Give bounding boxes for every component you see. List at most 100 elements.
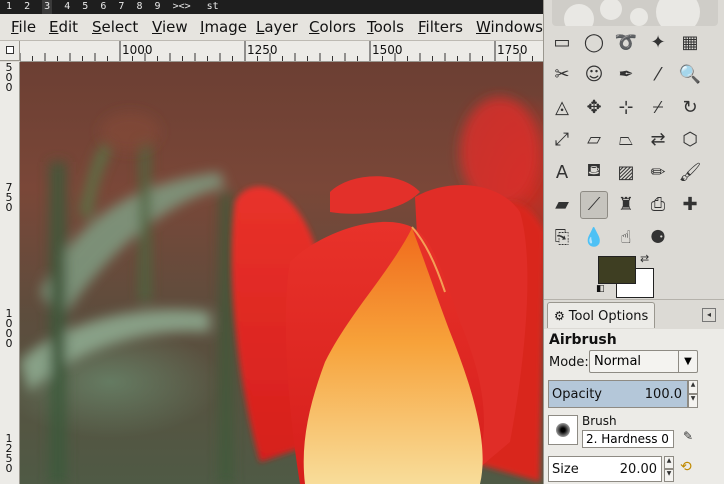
blur-sharpen-tool-icon[interactable]: 💧 [580, 223, 608, 251]
paintbrush-tool-icon[interactable]: 🖌 [676, 158, 704, 186]
vruler-label-500: 500 [5, 62, 13, 94]
flip-tool-icon[interactable]: ⇄ [644, 126, 672, 154]
swap-colors-icon[interactable]: ⇄ [640, 252, 649, 265]
tool-options-panel: Airbrush Mode: Normal ▼ Opacity 100.0 ▲ … [544, 329, 724, 484]
menu-view[interactable]: View [152, 18, 188, 36]
pencil-tool-icon[interactable]: ✏ [644, 158, 672, 186]
scissors-select-tool-icon[interactable]: ✂ [548, 61, 576, 89]
align-tool-icon[interactable]: ⊹ [612, 93, 640, 121]
foreground-select-tool-icon[interactable]: ☺ [580, 61, 608, 89]
vertical-ruler[interactable]: 500 750 1000 1250 [0, 62, 20, 484]
ruler-label-1250: 1250 [247, 43, 278, 57]
scale-tool-icon[interactable]: ⤢ [548, 126, 576, 154]
dodge-burn-tool-icon[interactable]: ⚈ [644, 223, 672, 251]
dock-tab-bar: ⚙ Tool Options ◂ [544, 299, 724, 330]
rect-select-tool-icon[interactable]: ▭ [548, 28, 576, 56]
workspace-9[interactable]: 9 [155, 0, 161, 14]
layout-indicator[interactable]: ><> [173, 0, 191, 14]
menu-file[interactable]: File [11, 18, 36, 36]
text-tool-icon[interactable]: A [548, 158, 576, 186]
menu-select[interactable]: Select [92, 18, 138, 36]
zoom-tool-icon[interactable]: 🔍 [676, 61, 704, 89]
tool-options-title: Airbrush [549, 332, 617, 348]
ellipse-select-tool-icon[interactable]: ◯ [580, 28, 608, 56]
size-slider[interactable]: Size 20.00 [548, 456, 662, 482]
workspace-3[interactable]: 3 [42, 0, 53, 14]
workspace-8[interactable]: 8 [136, 0, 142, 14]
opacity-slider[interactable]: Opacity 100.0 [548, 380, 688, 408]
chevron-down-icon: ▼ [678, 351, 697, 372]
mode-value: Normal [594, 354, 642, 369]
menu-edit[interactable]: Edit [49, 18, 78, 36]
corner-icon [6, 46, 14, 54]
ruler-label-1000: 1000 [122, 43, 153, 57]
clone-tool-icon[interactable]: ⎙ [644, 191, 672, 219]
workspace-bar: 1 2 3 4 5 6 7 8 9 ><> st [0, 0, 543, 14]
quick-mask-corner-button[interactable] [0, 41, 20, 61]
size-increment-button[interactable]: ▲ [664, 456, 674, 469]
free-select-tool-icon[interactable]: ➰ [612, 28, 640, 56]
paths-tool-icon[interactable]: ✒ [612, 61, 640, 89]
select-by-color-tool-icon[interactable]: ▦ [676, 28, 704, 56]
perspective-tool-icon[interactable]: ⏢ [612, 126, 640, 154]
workspace-5[interactable]: 5 [82, 0, 88, 14]
smudge-tool-icon[interactable]: ☝ [612, 223, 640, 251]
foreground-color-swatch[interactable] [598, 256, 636, 284]
size-value: 20.00 [619, 462, 657, 477]
tab-menu-button[interactable]: ◂ [702, 308, 716, 322]
brush-preview-button[interactable] [548, 415, 578, 445]
workspace-6[interactable]: 6 [100, 0, 106, 14]
brush-name-field[interactable]: 2. Hardness 0 [582, 430, 674, 448]
wilber-drop-area[interactable] [552, 0, 718, 26]
workspace-2[interactable]: 2 [24, 0, 30, 14]
edit-brush-icon[interactable]: ✎ [680, 429, 696, 447]
move-tool-icon[interactable]: ✥ [580, 93, 608, 121]
eraser-tool-icon[interactable]: ▰ [548, 191, 576, 219]
image-canvas[interactable] [20, 62, 543, 484]
heal-tool-icon[interactable]: ✚ [676, 191, 704, 219]
color-area: ⇄ ◧ [594, 250, 656, 302]
reset-size-icon[interactable]: ⟲ [680, 459, 692, 475]
opacity-value: 100.0 [644, 387, 682, 402]
menu-layer[interactable]: Layer [256, 18, 298, 36]
blend-tool-icon[interactable]: ▨ [612, 158, 640, 186]
menu-colors[interactable]: Colors [309, 18, 356, 36]
rotate-tool-icon[interactable]: ↻ [676, 93, 704, 121]
vruler-label-750: 750 [5, 181, 13, 214]
color-picker-tool-icon[interactable]: ⁄ [644, 61, 672, 89]
shear-tool-icon[interactable]: ▱ [580, 126, 608, 154]
opacity-label: Opacity [552, 387, 603, 402]
workspace-1[interactable]: 1 [6, 0, 12, 14]
vruler-label-1250: 1250 [5, 432, 13, 475]
horizontal-ruler-ticks [20, 41, 533, 61]
bucket-fill-tool-icon[interactable]: ⛾ [580, 158, 608, 186]
perspective-clone-tool-icon[interactable]: ⎘ [548, 223, 576, 251]
airbrush-tool-icon[interactable]: ⟋ [580, 190, 608, 219]
workspace-4[interactable]: 4 [64, 0, 70, 14]
cage-transform-tool-icon[interactable]: ⬡ [676, 126, 704, 154]
fuzzy-select-tool-icon[interactable]: ✦ [644, 28, 672, 56]
mode-label: Mode: [549, 355, 589, 370]
menu-tools[interactable]: Tools [367, 18, 404, 36]
default-colors-icon[interactable]: ◧ [596, 284, 605, 294]
opacity-decrement-button[interactable]: ▼ [688, 394, 698, 408]
size-decrement-button[interactable]: ▼ [664, 469, 674, 482]
menu-filters[interactable]: Filters [418, 18, 463, 36]
vruler-label-1000: 1000 [5, 307, 13, 350]
ruler-label-1750: 1750 [497, 43, 528, 57]
brush-label: Brush [582, 414, 617, 428]
window-title: st [206, 1, 219, 12]
toolbox-dock: ▭ ◯ ➰ ✦ ▦ ✂ ☺ ✒ ⁄ 🔍 ◬ ✥ ⊹ ⌿ ↻ ⤢ ▱ ⏢ ⇄ ⬡ A ⛾ ▨ ✏ 🖌 ▰ ⟋ ♜ ⎙ ✚ ⎘ 💧 ☝ ⚈ ⇄ ◧ ⚙… [543, 0, 724, 484]
opacity-increment-button[interactable]: ▲ [688, 380, 698, 394]
mode-select[interactable]: Normal ▼ [589, 350, 698, 373]
horizontal-ruler[interactable]: 1000 1250 1500 1750 [20, 41, 543, 62]
menubar: File Edit Select View Image Layer Colors… [0, 14, 543, 41]
menu-image[interactable]: Image [200, 18, 247, 36]
menu-windows[interactable]: Windows [476, 18, 543, 36]
ink-tool-icon[interactable]: ♜ [612, 191, 640, 219]
ruler-label-1500: 1500 [372, 43, 403, 57]
crop-tool-icon[interactable]: ⌿ [644, 93, 672, 121]
measure-tool-icon[interactable]: ◬ [548, 93, 576, 121]
tab-tool-options[interactable]: ⚙ Tool Options [547, 302, 656, 328]
workspace-7[interactable]: 7 [118, 0, 124, 14]
